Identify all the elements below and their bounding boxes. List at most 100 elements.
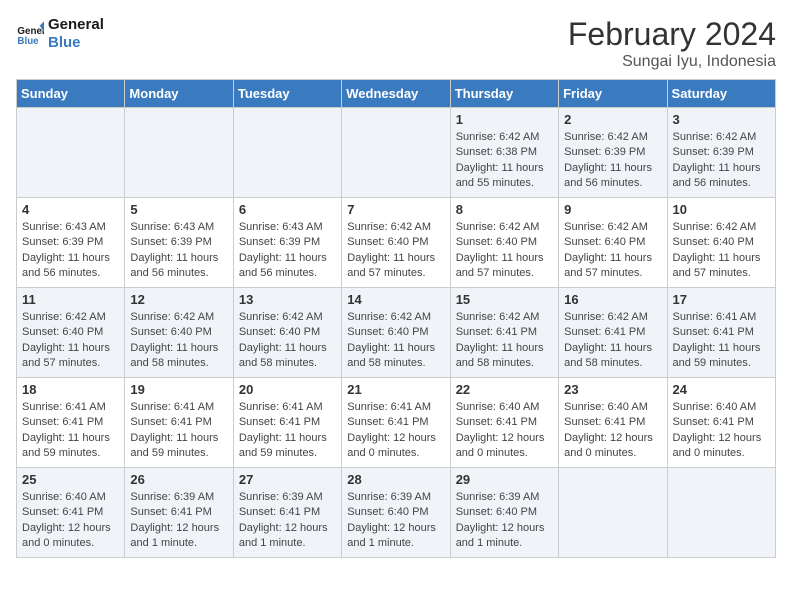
calendar-cell: 15 Sunrise: 6:42 AMSunset: 6:41 PMDayligh… [450, 288, 558, 378]
day-info: Sunrise: 6:42 AMSunset: 6:38 PMDaylight:… [456, 130, 553, 192]
calendar-cell: 9 Sunrise: 6:42 AMSunset: 6:40 PMDaylight… [559, 198, 667, 288]
day-info: Sunrise: 6:39 AMSunset: 6:40 PMDaylight:… [347, 490, 444, 552]
day-info: Sunrise: 6:42 AMSunset: 6:41 PMDaylight:… [564, 310, 661, 372]
day-number: 26 [130, 472, 227, 487]
day-number: 8 [456, 202, 553, 217]
calendar-week-row: 4 Sunrise: 6:43 AMSunset: 6:39 PMDaylight… [17, 198, 776, 288]
day-info: Sunrise: 6:42 AMSunset: 6:40 PMDaylight:… [130, 310, 227, 372]
calendar-cell: 6 Sunrise: 6:43 AMSunset: 6:39 PMDaylight… [233, 198, 341, 288]
day-number: 18 [22, 382, 119, 397]
calendar-cell [667, 468, 775, 558]
title-area: February 2024 Sungai Iyu, Indonesia [568, 16, 776, 71]
day-number: 27 [239, 472, 336, 487]
calendar-cell [342, 108, 450, 198]
day-info: Sunrise: 6:41 AMSunset: 6:41 PMDaylight:… [347, 400, 444, 462]
day-number: 14 [347, 292, 444, 307]
day-info: Sunrise: 6:40 AMSunset: 6:41 PMDaylight:… [456, 400, 553, 462]
logo-blue: Blue [48, 34, 104, 52]
col-header-sunday: Sunday [17, 80, 125, 108]
day-info: Sunrise: 6:41 AMSunset: 6:41 PMDaylight:… [239, 400, 336, 462]
day-info: Sunrise: 6:43 AMSunset: 6:39 PMDaylight:… [239, 220, 336, 282]
day-info: Sunrise: 6:42 AMSunset: 6:39 PMDaylight:… [673, 130, 770, 192]
col-header-monday: Monday [125, 80, 233, 108]
day-info: Sunrise: 6:42 AMSunset: 6:41 PMDaylight:… [456, 310, 553, 372]
calendar-cell: 26Sunrise: 6:39 AMSunset: 6:41 PMDayligh… [125, 468, 233, 558]
calendar-cell: 3 Sunrise: 6:42 AMSunset: 6:39 PMDaylight… [667, 108, 775, 198]
calendar-cell: 18Sunrise: 6:41 AMSunset: 6:41 PMDayligh… [17, 378, 125, 468]
logo: General Blue General Blue [16, 16, 104, 52]
day-number: 21 [347, 382, 444, 397]
day-info: Sunrise: 6:42 AMSunset: 6:39 PMDaylight:… [564, 130, 661, 192]
day-number: 6 [239, 202, 336, 217]
day-number: 16 [564, 292, 661, 307]
day-number: 9 [564, 202, 661, 217]
day-number: 4 [22, 202, 119, 217]
calendar-cell: 24 Sunrise: 6:40 AMSunset: 6:41 PMDayligh… [667, 378, 775, 468]
calendar-cell: 19Sunrise: 6:41 AMSunset: 6:41 PMDayligh… [125, 378, 233, 468]
day-info: Sunrise: 6:42 AMSunset: 6:40 PMDaylight:… [456, 220, 553, 282]
calendar-cell: 2 Sunrise: 6:42 AMSunset: 6:39 PMDaylight… [559, 108, 667, 198]
month-year-title: February 2024 [568, 16, 776, 53]
calendar-table: SundayMondayTuesdayWednesdayThursdayFrid… [16, 79, 776, 558]
day-number: 17 [673, 292, 770, 307]
day-info: Sunrise: 6:40 AMSunset: 6:41 PMDaylight:… [22, 490, 119, 552]
calendar-cell: 10 Sunrise: 6:42 AMSunset: 6:40 PMDayligh… [667, 198, 775, 288]
col-header-saturday: Saturday [667, 80, 775, 108]
day-number: 29 [456, 472, 553, 487]
day-info: Sunrise: 6:42 AMSunset: 6:40 PMDaylight:… [673, 220, 770, 282]
day-info: Sunrise: 6:42 AMSunset: 6:40 PMDaylight:… [22, 310, 119, 372]
calendar-week-row: 25Sunrise: 6:40 AMSunset: 6:41 PMDayligh… [17, 468, 776, 558]
calendar-cell [125, 108, 233, 198]
day-number: 3 [673, 112, 770, 127]
day-number: 22 [456, 382, 553, 397]
day-number: 11 [22, 292, 119, 307]
calendar-cell: 16 Sunrise: 6:42 AMSunset: 6:41 PMDayligh… [559, 288, 667, 378]
calendar-cell: 22 Sunrise: 6:40 AMSunset: 6:41 PMDayligh… [450, 378, 558, 468]
calendar-cell: 21 Sunrise: 6:41 AMSunset: 6:41 PMDayligh… [342, 378, 450, 468]
calendar-cell: 11 Sunrise: 6:42 AMSunset: 6:40 PMDayligh… [17, 288, 125, 378]
day-info: Sunrise: 6:43 AMSunset: 6:39 PMDaylight:… [130, 220, 227, 282]
calendar-cell: 28 Sunrise: 6:39 AMSunset: 6:40 PMDayligh… [342, 468, 450, 558]
day-info: Sunrise: 6:42 AMSunset: 6:40 PMDaylight:… [347, 220, 444, 282]
day-number: 23 [564, 382, 661, 397]
generalblue-logo-icon: General Blue [16, 20, 44, 48]
calendar-cell: 27Sunrise: 6:39 AMSunset: 6:41 PMDayligh… [233, 468, 341, 558]
calendar-cell [17, 108, 125, 198]
calendar-cell: 8 Sunrise: 6:42 AMSunset: 6:40 PMDaylight… [450, 198, 558, 288]
calendar-cell: 20 Sunrise: 6:41 AMSunset: 6:41 PMDayligh… [233, 378, 341, 468]
day-number: 20 [239, 382, 336, 397]
col-header-thursday: Thursday [450, 80, 558, 108]
col-header-tuesday: Tuesday [233, 80, 341, 108]
calendar-cell: 4 Sunrise: 6:43 AMSunset: 6:39 PMDaylight… [17, 198, 125, 288]
col-header-friday: Friday [559, 80, 667, 108]
svg-text:Blue: Blue [17, 36, 39, 47]
day-info: Sunrise: 6:39 AMSunset: 6:40 PMDaylight:… [456, 490, 553, 552]
day-number: 1 [456, 112, 553, 127]
calendar-cell: 25Sunrise: 6:40 AMSunset: 6:41 PMDayligh… [17, 468, 125, 558]
day-number: 13 [239, 292, 336, 307]
calendar-cell: 1 Sunrise: 6:42 AMSunset: 6:38 PMDaylight… [450, 108, 558, 198]
calendar-cell [233, 108, 341, 198]
calendar-cell: 7 Sunrise: 6:42 AMSunset: 6:40 PMDaylight… [342, 198, 450, 288]
day-number: 2 [564, 112, 661, 127]
day-number: 28 [347, 472, 444, 487]
day-number: 7 [347, 202, 444, 217]
day-info: Sunrise: 6:43 AMSunset: 6:39 PMDaylight:… [22, 220, 119, 282]
calendar-header-row: SundayMondayTuesdayWednesdayThursdayFrid… [17, 80, 776, 108]
day-info: Sunrise: 6:41 AMSunset: 6:41 PMDaylight:… [130, 400, 227, 462]
calendar-week-row: 1 Sunrise: 6:42 AMSunset: 6:38 PMDaylight… [17, 108, 776, 198]
calendar-cell [559, 468, 667, 558]
day-number: 5 [130, 202, 227, 217]
location-subtitle: Sungai Iyu, Indonesia [568, 53, 776, 71]
calendar-cell: 23Sunrise: 6:40 AMSunset: 6:41 PMDayligh… [559, 378, 667, 468]
day-number: 15 [456, 292, 553, 307]
calendar-cell: 29 Sunrise: 6:39 AMSunset: 6:40 PMDayligh… [450, 468, 558, 558]
day-info: Sunrise: 6:40 AMSunset: 6:41 PMDaylight:… [673, 400, 770, 462]
day-info: Sunrise: 6:42 AMSunset: 6:40 PMDaylight:… [347, 310, 444, 372]
calendar-cell: 13 Sunrise: 6:42 AMSunset: 6:40 PMDayligh… [233, 288, 341, 378]
day-info: Sunrise: 6:42 AMSunset: 6:40 PMDaylight:… [564, 220, 661, 282]
day-number: 10 [673, 202, 770, 217]
logo-general: General [48, 16, 104, 34]
day-info: Sunrise: 6:42 AMSunset: 6:40 PMDaylight:… [239, 310, 336, 372]
day-number: 24 [673, 382, 770, 397]
